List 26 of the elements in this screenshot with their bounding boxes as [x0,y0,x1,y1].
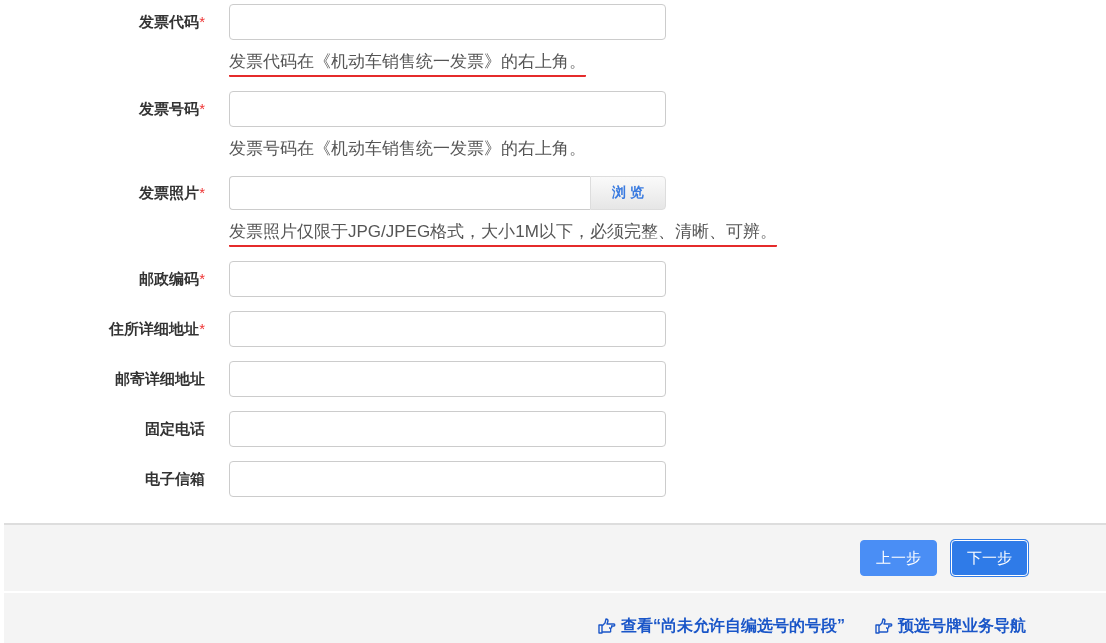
browse-button[interactable]: 浏 览 [590,176,666,210]
field-label: 固定电话 [145,419,205,439]
input-field[interactable] [229,311,666,347]
input-field[interactable] [229,411,666,447]
field-label: 发票号码* [139,99,205,119]
nav-link[interactable]: 预选号牌业务导航 [875,615,1026,637]
input-field[interactable] [229,461,666,497]
nav-link[interactable]: 查看“尚未允许自编选号的号段” [598,615,845,637]
field-label: 邮寄详细地址 [115,369,205,389]
input-field[interactable] [229,4,666,40]
step-button[interactable]: 上一步 [860,540,937,576]
hint-text: 发票照片仅限于JPG/JPEG格式，大小1M以下，必须完整、清晰、可辨。 [229,220,777,247]
pointing-hand-icon [598,618,616,634]
file-field[interactable] [229,176,590,210]
field-label: 发票代码* [139,12,205,32]
field-label: 电子信箱 [145,469,205,489]
input-field[interactable] [229,91,666,127]
hint-text: 发票号码在《机动车销售统一发票》的右上角。 [229,138,586,160]
step-button[interactable]: 下一步 [951,540,1028,576]
hint-text: 发票代码在《机动车销售统一发票》的右上角。 [229,50,586,77]
input-field[interactable] [229,261,666,297]
pointing-hand-icon [875,618,893,634]
field-label: 住所详细地址* [109,319,205,339]
field-label: 邮政编码* [139,269,205,289]
field-label: 发票照片* [139,183,205,203]
input-field[interactable] [229,361,666,397]
